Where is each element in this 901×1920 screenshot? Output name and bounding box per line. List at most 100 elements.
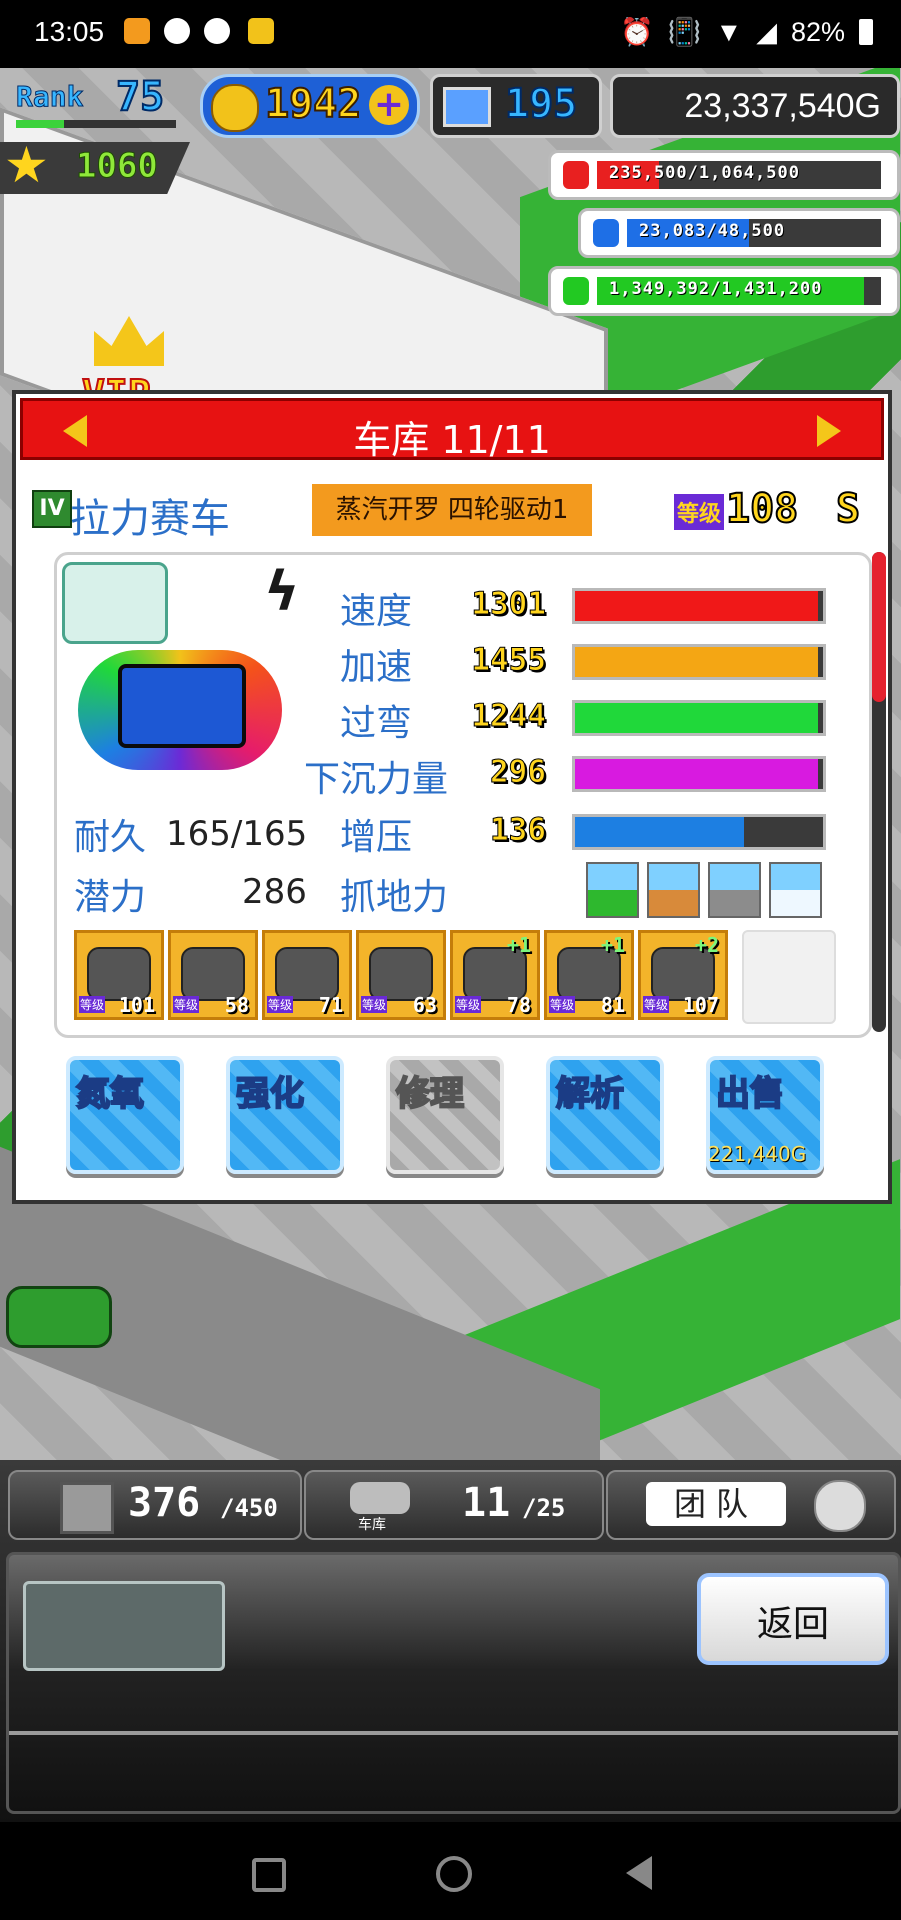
- garage-box[interactable]: 车库 11 /25: [304, 1470, 604, 1540]
- resource-meter[interactable]: 1,349,392/1,431,200: [548, 266, 900, 316]
- weibo-notification-icon: [164, 18, 190, 44]
- steam-locomotive-car-icon: [118, 664, 246, 748]
- rank-box[interactable]: Rank 75: [10, 73, 180, 132]
- grip-snow-terrain-icon: [769, 862, 822, 918]
- system-nav-bar: [0, 1822, 901, 1920]
- divider: [9, 1731, 898, 1735]
- part-level: 107: [682, 993, 719, 1017]
- action-label: 强化: [235, 1073, 305, 1115]
- enhance-button[interactable]: 强化: [226, 1056, 344, 1174]
- durability-value: 165/165: [166, 814, 308, 854]
- stat-bar-fill: [575, 703, 819, 733]
- status-time: 13:05: [34, 16, 105, 47]
- analyze-button[interactable]: 解析: [546, 1056, 664, 1174]
- stat-label: 下沉力量: [304, 759, 449, 800]
- lower-panel: 返回: [6, 1552, 901, 1814]
- resource-amount: 23,083/48,500: [639, 221, 786, 241]
- part-wheel-slot[interactable]: 等级 71: [262, 930, 352, 1020]
- status-bar: 13:05 ⏰ 📳 ▼ ◢ 82%: [0, 0, 901, 68]
- part-wing-slot[interactable]: 等级 107 +2: [638, 930, 728, 1020]
- action-label: 修理: [395, 1073, 465, 1115]
- part-engine-slot[interactable]: 等级 101: [74, 930, 164, 1020]
- garage-count: 11: [462, 1480, 511, 1526]
- stat-bar-fill: [575, 817, 744, 847]
- nitro-button[interactable]: 氮氧: [66, 1056, 184, 1174]
- resource-amount: 1,349,392/1,431,200: [609, 279, 823, 299]
- scrollbar-thumb[interactable]: [872, 552, 886, 702]
- gp-icon: [211, 84, 259, 132]
- stat-value: 1301: [471, 586, 547, 623]
- repair-button[interactable]: 修理: [386, 1056, 504, 1174]
- car-portrait: [78, 650, 282, 770]
- grip-terrain-icons: [586, 862, 822, 918]
- team-avatar-icon: [814, 1480, 866, 1532]
- car-class: 拉力赛车: [70, 496, 230, 542]
- garage-panel: 车库 11/11 IV 拉力赛车 蒸汽开罗 四轮驱动1 等级 108 S ϟ 速…: [12, 390, 892, 1204]
- items-count: 376: [128, 1480, 201, 1526]
- part-tire-slot[interactable]: 等级 58: [168, 930, 258, 1020]
- stats-type-icon: ϟ: [264, 560, 300, 623]
- grip-dirt-terrain-icon: [647, 862, 700, 918]
- sell-button[interactable]: 出售 221,440G: [706, 1056, 824, 1174]
- stat-value: 136: [490, 812, 547, 849]
- part-upgrade-plus: +2: [694, 933, 719, 957]
- part-level-label: 等级: [455, 996, 482, 1013]
- messenger-notification-icon: [204, 18, 230, 44]
- back-button[interactable]: 返回: [697, 1573, 889, 1665]
- stars-value: 1060: [76, 146, 159, 187]
- part-level: 63: [412, 993, 437, 1017]
- scrollbar-track[interactable]: [872, 552, 886, 1032]
- items-box[interactable]: 376 /450: [8, 1470, 302, 1540]
- level-value: 108: [725, 485, 799, 533]
- computer-value: 195: [504, 80, 578, 128]
- add-gp-plus-icon[interactable]: +: [369, 85, 409, 125]
- part-level-label: 等级: [79, 996, 106, 1013]
- coins-icon: [563, 161, 589, 189]
- stat-bar: [572, 588, 826, 624]
- stat-bar: [572, 700, 826, 736]
- part-supercharger-slot[interactable]: 等级 78 +1: [450, 930, 540, 1020]
- status-right: ⏰ 📳 ▼ ◢ 82%: [620, 16, 873, 48]
- recents-square-icon[interactable]: [252, 1858, 286, 1892]
- vibrate-icon: 📳: [667, 17, 702, 47]
- part-level: 81: [600, 993, 625, 1017]
- gp-box[interactable]: 1942 +: [200, 74, 420, 138]
- part-upgrade-plus: +1: [600, 933, 625, 957]
- resource-meter[interactable]: 23,083/48,500: [578, 208, 900, 258]
- next-car-arrow-icon[interactable]: [817, 415, 841, 447]
- panel-title: 车库 11/11: [353, 418, 551, 462]
- star-icon: ★: [4, 136, 49, 194]
- stat-label: 过弯: [340, 703, 413, 744]
- empty-slot-button[interactable]: [23, 1581, 225, 1671]
- items-max: /450: [220, 1494, 278, 1522]
- stat-bar: [572, 814, 826, 850]
- grade-badge: S: [835, 485, 861, 533]
- sell-price: 221,440G: [708, 1142, 807, 1166]
- action-label: 出售: [715, 1073, 785, 1115]
- resource-meter[interactable]: 235,500/1,064,500: [548, 150, 900, 200]
- garage-car-icon: [350, 1482, 410, 1514]
- garage-label: 车库: [358, 1517, 386, 1533]
- part-exhaust-slot[interactable]: 等级 81 +1: [544, 930, 634, 1020]
- crown-icon: [94, 316, 164, 366]
- team-box[interactable]: 团队: [606, 1470, 896, 1540]
- durability-label: 耐久: [74, 817, 147, 858]
- computer-icon: [443, 87, 491, 127]
- stars-box[interactable]: ★ 1060: [0, 142, 190, 194]
- stat-label: 加速: [340, 647, 413, 688]
- empty-part-slot[interactable]: [742, 930, 836, 1024]
- computer-box[interactable]: 195: [430, 74, 602, 138]
- potential-value: 286: [242, 872, 307, 912]
- wheat-icon: [563, 277, 589, 305]
- stat-value: 296: [490, 754, 547, 791]
- alarm-icon: ⏰: [620, 17, 654, 47]
- back-button-label: 返回: [756, 1604, 829, 1645]
- level-display: 等级 108 S: [674, 485, 874, 536]
- back-triangle-icon[interactable]: [626, 1856, 652, 1890]
- wifi-icon: ▼: [715, 16, 743, 47]
- home-circle-icon[interactable]: [436, 1856, 472, 1892]
- part-level: 71: [318, 993, 343, 1017]
- car-name-tag: 蒸汽开罗 四轮驱动1: [312, 484, 592, 536]
- part-turbo-slot[interactable]: 等级 63: [356, 930, 446, 1020]
- stat-bar-fill: [575, 591, 819, 621]
